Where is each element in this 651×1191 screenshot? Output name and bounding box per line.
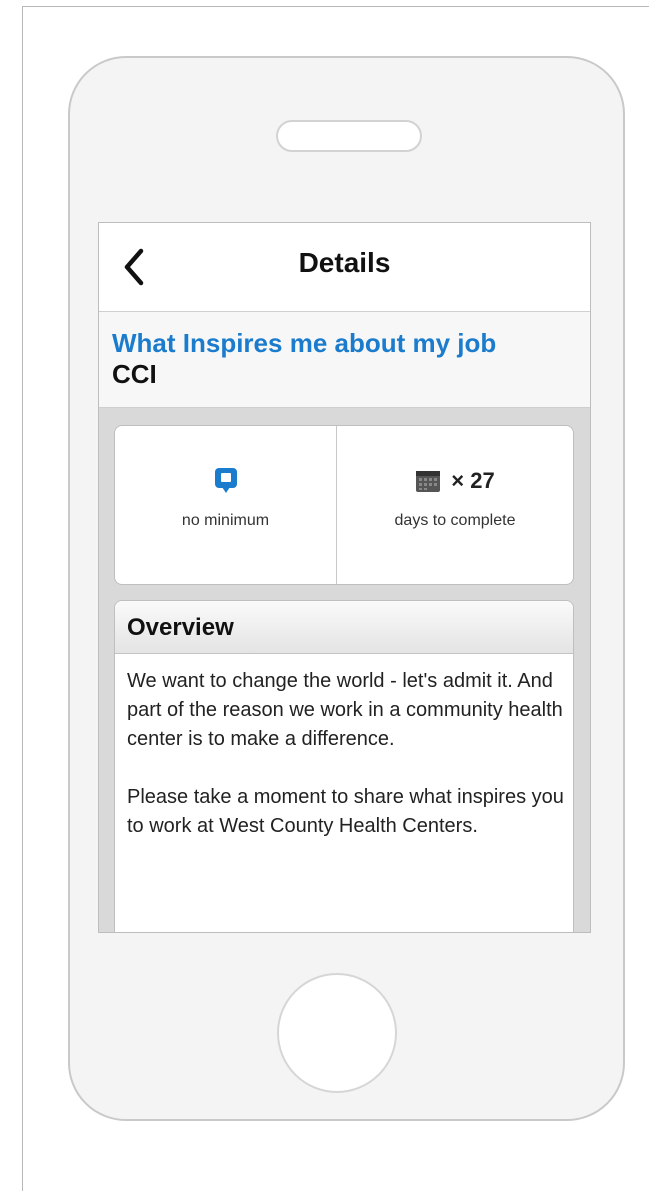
chat-bubble-icon	[214, 468, 237, 493]
page-title: Details	[298, 247, 391, 278]
phone-speaker	[276, 120, 422, 152]
calendar-icon	[416, 471, 441, 492]
overview-description: We want to change the world - let's admi…	[127, 667, 567, 870]
days-label: days to complete	[394, 512, 516, 529]
minimum-label: no minimum	[181, 512, 270, 529]
overview-header: Overview	[115, 601, 573, 654]
nav-header: Details	[99, 223, 590, 312]
stats-card: no minimum × 27 days to complete	[114, 425, 574, 585]
back-button[interactable]	[117, 243, 157, 291]
overview-paragraph: Please take a moment to share what inspi…	[127, 786, 564, 837]
overview-title: Overview	[127, 614, 234, 641]
days-stat: × 27 days to complete	[337, 426, 573, 584]
event-title-link[interactable]: What Inspires me about my job	[112, 328, 496, 359]
event-heading: What Inspires me about my job CCI	[99, 312, 590, 408]
overview-card: Overview We want to change the world - l…	[114, 600, 574, 932]
phone-screen: Details What Inspires me about my job CC…	[98, 222, 591, 933]
days-count: × 27	[451, 468, 495, 493]
overview-paragraph: We want to change the world - let's admi…	[127, 670, 563, 750]
event-subtitle: CCI	[112, 359, 157, 389]
content-area: no minimum × 27 days to complete Overvie…	[99, 408, 590, 932]
home-button[interactable]	[277, 973, 397, 1093]
minimum-stat: no minimum	[115, 426, 337, 584]
chevron-left-icon	[124, 248, 144, 286]
